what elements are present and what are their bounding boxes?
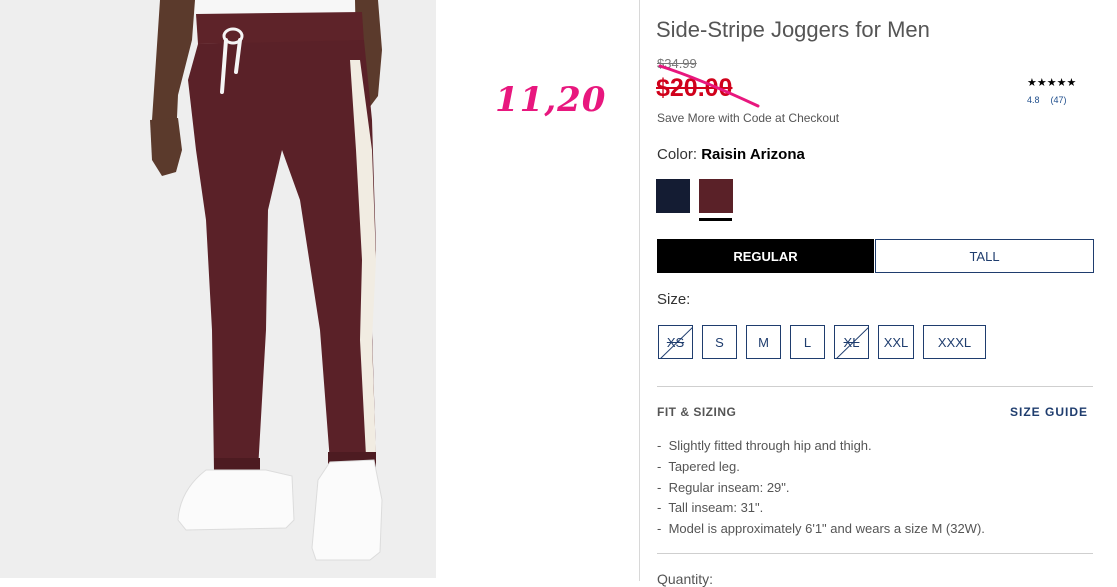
divider [657, 553, 1093, 554]
size-xxxl-button[interactable]: XXXL [923, 325, 986, 359]
unavailable-slash-icon [660, 327, 692, 358]
color-label: Color: Raisin Arizona [657, 146, 805, 163]
list-item: Tapered leg. [657, 457, 985, 478]
fit-sizing-heading: FIT & SIZING [657, 405, 737, 419]
size-label-xxxl: XXXL [937, 334, 972, 350]
color-swatch-raisin-arizona[interactable] [699, 179, 733, 213]
promo-text: Save More with Code at Checkout [657, 111, 840, 125]
size-l-button[interactable]: L [790, 325, 825, 359]
size-s-button[interactable]: S [702, 325, 737, 359]
selected-swatch-indicator [699, 218, 732, 221]
size-xxl-button[interactable]: XXL [878, 325, 914, 359]
size-label-m: M [758, 334, 769, 350]
list-item: Regular inseam: 29". [657, 478, 985, 499]
selected-color: Raisin Arizona [701, 146, 805, 163]
list-item: Model is approximately 6'1" and wears a … [657, 519, 985, 540]
color-swatch-navy[interactable] [656, 179, 690, 213]
joggers-illustration [0, 0, 436, 578]
fit-tall-button[interactable]: TALL [875, 239, 1094, 273]
size-label-xxl: XXL [883, 334, 909, 350]
color-label-prefix: Color: [657, 146, 702, 163]
list-item: Slightly fitted through hip and thigh. [657, 436, 985, 457]
size-label-s: S [715, 334, 724, 350]
fit-regular-button[interactable]: REGULAR [657, 239, 874, 273]
size-label: Size: [657, 291, 691, 308]
pink-strike-mark [658, 64, 760, 108]
size-xl-button[interactable]: XL [834, 325, 869, 359]
list-item: Tall inseam: 31". [657, 498, 985, 519]
size-xs-button[interactable]: XS [658, 325, 693, 359]
unavailable-slash-icon [836, 327, 868, 358]
product-photo[interactable] [0, 0, 436, 578]
rating-score: 4.8 [1027, 95, 1040, 105]
divider [657, 386, 1093, 387]
size-m-button[interactable]: M [746, 325, 781, 359]
product-title: Side-Stripe Joggers for Men [656, 17, 930, 42]
review-count-link[interactable]: (47) [1051, 95, 1067, 105]
product-details-panel: Side-Stripe Joggers for Men $34.99 $20.0… [639, 0, 1117, 587]
quantity-label: Quantity: [657, 571, 714, 587]
size-label-l: L [803, 334, 812, 350]
handwritten-annotation: 11,20 [495, 80, 607, 120]
fit-details-list: Slightly fitted through hip and thigh. T… [657, 436, 985, 540]
size-guide-link[interactable]: SIZE GUIDE [1010, 405, 1088, 419]
star-rating-icon: ★★★★★ [1027, 77, 1077, 89]
rating[interactable]: ★★★★★ 4.8 (47) [1027, 76, 1087, 105]
